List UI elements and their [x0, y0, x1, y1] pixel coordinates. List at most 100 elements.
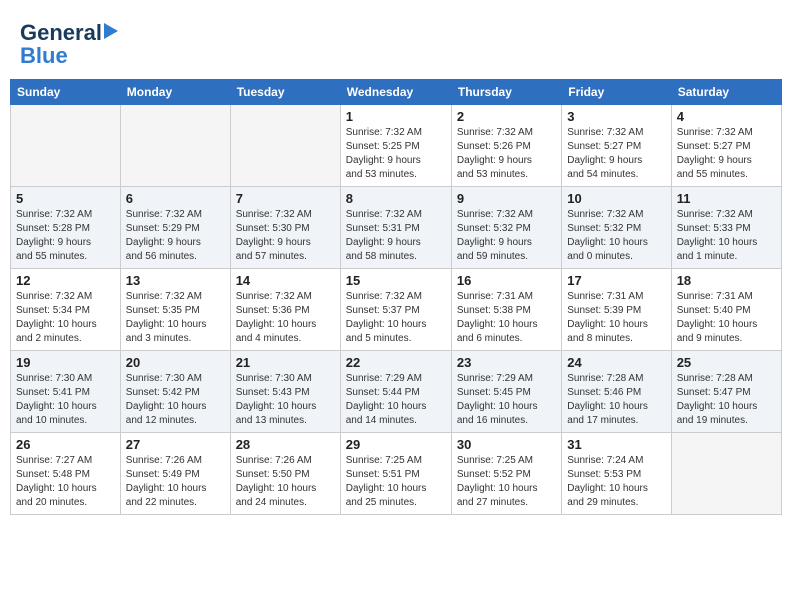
calendar-cell: 27 Sunrise: 7:26 AM Sunset: 5:49 PM Dayli… [120, 432, 230, 514]
day-number: 18 [677, 273, 776, 288]
day-number: 3 [567, 109, 665, 124]
day-info: Sunrise: 7:24 AM Sunset: 5:53 PM Dayligh… [567, 454, 665, 510]
day-info: Sunrise: 7:31 AM Sunset: 5:39 PM Dayligh… [567, 290, 665, 346]
logo: General Blue [20, 20, 118, 66]
day-number: 30 [457, 437, 556, 452]
day-info: Sunrise: 7:26 AM Sunset: 5:50 PM Dayligh… [236, 454, 335, 510]
day-info: Sunrise: 7:32 AM Sunset: 5:31 PM Dayligh… [346, 208, 446, 264]
day-info: Sunrise: 7:32 AM Sunset: 5:26 PM Dayligh… [457, 126, 556, 182]
day-info: Sunrise: 7:32 AM Sunset: 5:27 PM Dayligh… [567, 126, 665, 182]
weekday-header-wednesday: Wednesday [340, 79, 451, 104]
calendar-cell: 6 Sunrise: 7:32 AM Sunset: 5:29 PM Daylig… [120, 186, 230, 268]
day-info: Sunrise: 7:32 AM Sunset: 5:37 PM Dayligh… [346, 290, 446, 346]
day-number: 7 [236, 191, 335, 206]
day-number: 12 [16, 273, 115, 288]
day-number: 11 [677, 191, 776, 206]
day-number: 2 [457, 109, 556, 124]
calendar-cell: 26 Sunrise: 7:27 AM Sunset: 5:48 PM Dayli… [11, 432, 121, 514]
calendar-cell: 7 Sunrise: 7:32 AM Sunset: 5:30 PM Daylig… [230, 186, 340, 268]
day-number: 13 [126, 273, 225, 288]
calendar-cell: 22 Sunrise: 7:29 AM Sunset: 5:44 PM Dayli… [340, 350, 451, 432]
day-info: Sunrise: 7:30 AM Sunset: 5:41 PM Dayligh… [16, 372, 115, 428]
day-number: 8 [346, 191, 446, 206]
page-header: General Blue [10, 10, 782, 71]
calendar-cell: 19Sunrise: 7:30 AM Sunset: 5:41 PM Dayli… [11, 350, 121, 432]
weekday-header-friday: Friday [562, 79, 671, 104]
day-info: Sunrise: 7:32 AM Sunset: 5:25 PM Dayligh… [346, 126, 446, 182]
calendar-cell [230, 104, 340, 186]
calendar-cell: 1 Sunrise: 7:32 AM Sunset: 5:25 PM Daylig… [340, 104, 451, 186]
day-info: Sunrise: 7:28 AM Sunset: 5:47 PM Dayligh… [677, 372, 776, 428]
calendar-cell [120, 104, 230, 186]
day-info: Sunrise: 7:32 AM Sunset: 5:30 PM Dayligh… [236, 208, 335, 264]
calendar-week-row: 19Sunrise: 7:30 AM Sunset: 5:41 PM Dayli… [11, 350, 782, 432]
calendar-cell: 9 Sunrise: 7:32 AM Sunset: 5:32 PM Daylig… [451, 186, 561, 268]
day-number: 21 [236, 355, 335, 370]
day-number: 24 [567, 355, 665, 370]
calendar-cell: 16Sunrise: 7:31 AM Sunset: 5:38 PM Dayli… [451, 268, 561, 350]
day-info: Sunrise: 7:32 AM Sunset: 5:29 PM Dayligh… [126, 208, 225, 264]
day-number: 20 [126, 355, 225, 370]
calendar-cell: 30 Sunrise: 7:25 AM Sunset: 5:52 PM Dayli… [451, 432, 561, 514]
calendar-cell: 25 Sunrise: 7:28 AM Sunset: 5:47 PM Dayli… [671, 350, 781, 432]
day-number: 4 [677, 109, 776, 124]
calendar-table: SundayMondayTuesdayWednesdayThursdayFrid… [10, 79, 782, 515]
day-info: Sunrise: 7:31 AM Sunset: 5:40 PM Dayligh… [677, 290, 776, 346]
calendar-week-row: 5 Sunrise: 7:32 AM Sunset: 5:28 PM Daylig… [11, 186, 782, 268]
calendar-cell: 28Sunrise: 7:26 AM Sunset: 5:50 PM Dayli… [230, 432, 340, 514]
calendar-cell: 29Sunrise: 7:25 AM Sunset: 5:51 PM Dayli… [340, 432, 451, 514]
day-info: Sunrise: 7:27 AM Sunset: 5:48 PM Dayligh… [16, 454, 115, 510]
weekday-header-thursday: Thursday [451, 79, 561, 104]
weekday-header-row: SundayMondayTuesdayWednesdayThursdayFrid… [11, 79, 782, 104]
day-info: Sunrise: 7:30 AM Sunset: 5:43 PM Dayligh… [236, 372, 335, 428]
day-info: Sunrise: 7:29 AM Sunset: 5:44 PM Dayligh… [346, 372, 446, 428]
day-number: 10 [567, 191, 665, 206]
day-number: 17 [567, 273, 665, 288]
calendar-cell: 8 Sunrise: 7:32 AM Sunset: 5:31 PM Daylig… [340, 186, 451, 268]
day-number: 9 [457, 191, 556, 206]
calendar-week-row: 12 Sunrise: 7:32 AM Sunset: 5:34 PM Dayli… [11, 268, 782, 350]
day-number: 29 [346, 437, 446, 452]
calendar-week-row: 26 Sunrise: 7:27 AM Sunset: 5:48 PM Dayli… [11, 432, 782, 514]
day-number: 5 [16, 191, 115, 206]
day-number: 6 [126, 191, 225, 206]
weekday-header-saturday: Saturday [671, 79, 781, 104]
day-number: 25 [677, 355, 776, 370]
weekday-header-sunday: Sunday [11, 79, 121, 104]
day-info: Sunrise: 7:32 AM Sunset: 5:36 PM Dayligh… [236, 290, 335, 346]
calendar-cell: 31 Sunrise: 7:24 AM Sunset: 5:53 PM Dayli… [562, 432, 671, 514]
day-info: Sunrise: 7:31 AM Sunset: 5:38 PM Dayligh… [457, 290, 556, 346]
day-number: 22 [346, 355, 446, 370]
day-info: Sunrise: 7:32 AM Sunset: 5:33 PM Dayligh… [677, 208, 776, 264]
day-info: Sunrise: 7:32 AM Sunset: 5:27 PM Dayligh… [677, 126, 776, 182]
day-info: Sunrise: 7:28 AM Sunset: 5:46 PM Dayligh… [567, 372, 665, 428]
day-number: 23 [457, 355, 556, 370]
day-number: 26 [16, 437, 115, 452]
day-info: Sunrise: 7:32 AM Sunset: 5:34 PM Dayligh… [16, 290, 115, 346]
calendar-cell: 20 Sunrise: 7:30 AM Sunset: 5:42 PM Dayli… [120, 350, 230, 432]
calendar-cell: 15 Sunrise: 7:32 AM Sunset: 5:37 PM Dayli… [340, 268, 451, 350]
day-info: Sunrise: 7:30 AM Sunset: 5:42 PM Dayligh… [126, 372, 225, 428]
day-info: Sunrise: 7:32 AM Sunset: 5:32 PM Dayligh… [457, 208, 556, 264]
calendar-week-row: 1 Sunrise: 7:32 AM Sunset: 5:25 PM Daylig… [11, 104, 782, 186]
weekday-header-monday: Monday [120, 79, 230, 104]
day-info: Sunrise: 7:32 AM Sunset: 5:28 PM Dayligh… [16, 208, 115, 264]
day-info: Sunrise: 7:32 AM Sunset: 5:35 PM Dayligh… [126, 290, 225, 346]
calendar-cell: 12 Sunrise: 7:32 AM Sunset: 5:34 PM Dayli… [11, 268, 121, 350]
day-info: Sunrise: 7:25 AM Sunset: 5:52 PM Dayligh… [457, 454, 556, 510]
calendar-cell: 23Sunrise: 7:29 AM Sunset: 5:45 PM Dayli… [451, 350, 561, 432]
calendar-cell: 17 Sunrise: 7:31 AM Sunset: 5:39 PM Dayli… [562, 268, 671, 350]
calendar-cell: 4 Sunrise: 7:32 AM Sunset: 5:27 PM Daylig… [671, 104, 781, 186]
day-number: 27 [126, 437, 225, 452]
day-number: 1 [346, 109, 446, 124]
day-number: 15 [346, 273, 446, 288]
calendar-cell: 11 Sunrise: 7:32 AM Sunset: 5:33 PM Dayli… [671, 186, 781, 268]
calendar-cell: 3 Sunrise: 7:32 AM Sunset: 5:27 PM Daylig… [562, 104, 671, 186]
calendar-cell: 13 Sunrise: 7:32 AM Sunset: 5:35 PM Dayli… [120, 268, 230, 350]
day-info: Sunrise: 7:26 AM Sunset: 5:49 PM Dayligh… [126, 454, 225, 510]
logo-arrow-icon [104, 23, 118, 39]
day-number: 31 [567, 437, 665, 452]
logo-blue: Blue [20, 46, 68, 66]
calendar-cell [671, 432, 781, 514]
calendar-cell: 18 Sunrise: 7:31 AM Sunset: 5:40 PM Dayli… [671, 268, 781, 350]
